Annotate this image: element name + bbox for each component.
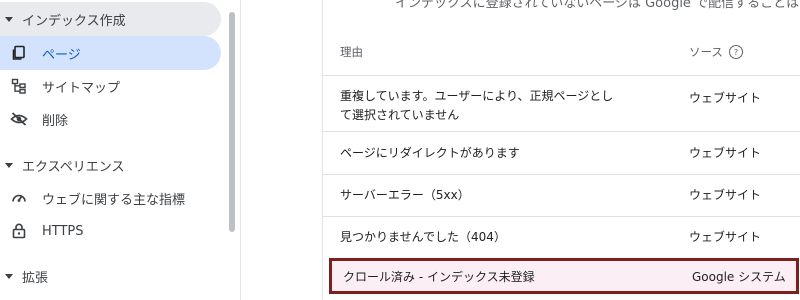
pages-icon	[10, 44, 28, 62]
section-label: エクスペリエンス	[22, 159, 125, 175]
section-label: インデックス作成	[22, 13, 126, 29]
sidebar-item-core-web-vitals[interactable]: ウェブに関する主な指標	[0, 181, 221, 215]
section-enhancements[interactable]: 拡張	[0, 259, 221, 293]
source-cell: ウェブサイト	[689, 188, 762, 202]
reason-cell: 見つかりませんでした（404）	[340, 230, 506, 244]
sidebar-scrollbar[interactable]	[229, 12, 235, 232]
column-header-source[interactable]: ソース ?	[689, 44, 743, 60]
source-cell: ウェブサイト	[689, 146, 762, 160]
section-label: 拡張	[22, 270, 49, 286]
table-row[interactable]: サーバーエラー（5xx） ウェブサイト	[323, 174, 800, 216]
top-hint-text: インデックスに登録されていないページは Google で配信することはできません	[395, 0, 800, 11]
source-cell: ウェブサイト	[689, 230, 762, 244]
sidebar-item-sitemaps[interactable]: サイトマップ	[0, 69, 221, 103]
help-icon[interactable]: ?	[728, 45, 743, 59]
reason-cell: サーバーエラー（5xx）	[340, 188, 470, 202]
sidebar-item-https[interactable]: HTTPS	[0, 214, 221, 248]
section-indexing[interactable]: インデックス作成	[0, 2, 221, 36]
reason-cell: ページにリダイレクトがあります	[340, 146, 520, 160]
sidebar-item-label: サイトマップ	[42, 80, 121, 96]
table-row[interactable]: ページにリダイレクトがあります ウェブサイト	[323, 131, 800, 174]
table-row[interactable]: 見つかりませんでした（404） ウェブサイト	[323, 216, 800, 258]
sidebar-item-pages[interactable]: ページ	[0, 36, 221, 70]
removals-icon	[10, 110, 28, 128]
caret-down-icon	[5, 273, 13, 279]
lock-icon	[10, 222, 28, 240]
sidebar: インデックス作成 ページ サイトマップ 削除 エクスペリエンス ウェブに関する主…	[0, 0, 241, 300]
section-experience[interactable]: エクスペリエンス	[0, 148, 221, 182]
column-header-reason[interactable]: 理由	[340, 44, 363, 60]
sidebar-item-label: 削除	[42, 113, 69, 129]
caret-down-icon	[5, 162, 13, 168]
sidebar-item-label: HTTPS	[42, 223, 84, 239]
reasons-table: インデックスに登録されていないページは Google で配信することはできません…	[322, 0, 800, 300]
source-cell: ウェブサイト	[689, 91, 762, 105]
sidebar-item-label: ページ	[42, 47, 81, 63]
sitemap-icon	[10, 77, 28, 95]
reason-cell: クロール済み - インデックス未登録	[343, 270, 535, 284]
gauge-icon	[10, 189, 28, 207]
sidebar-item-removals[interactable]: 削除	[0, 102, 221, 136]
reason-cell: 重複しています。ユーザーにより、正規ページとし て選択されていません	[340, 87, 613, 125]
table-row[interactable]: 重複しています。ユーザーにより、正規ページとし て選択されていません ウェブサイ…	[323, 75, 800, 131]
reason-line: て選択されていません	[340, 108, 460, 122]
column-header-label: ソース	[689, 45, 723, 59]
sidebar-item-label: ウェブに関する主な指標	[42, 192, 186, 208]
source-cell: Google システム	[692, 270, 786, 284]
caret-down-icon	[5, 16, 13, 22]
reason-line: 重複しています。ユーザーにより、正規ページとし	[340, 89, 614, 103]
table-row-highlighted[interactable]: クロール済み - インデックス未登録 Google システム	[329, 258, 799, 294]
